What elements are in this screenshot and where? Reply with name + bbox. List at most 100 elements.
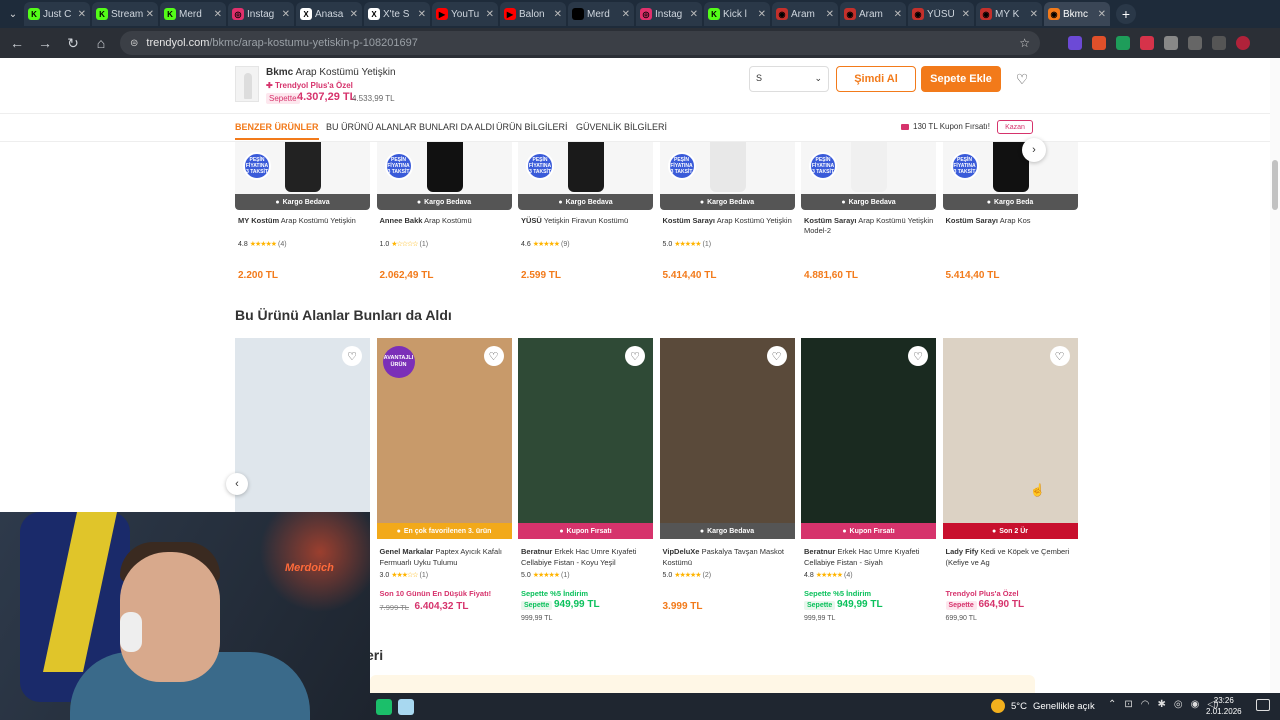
tab-similar-products[interactable]: BENZER ÜRÜNLER	[235, 122, 319, 140]
browser-tab[interactable]: ◎ Instag ✕	[636, 2, 702, 26]
add-to-cart-button[interactable]: Sepete Ekle	[921, 66, 1001, 92]
similar-product-card[interactable]: PEŞİN FİYATINA 3 TAKSİT ● Kargo Bedava YÜ…	[518, 142, 653, 282]
tab-safety-info[interactable]: GÜVENLİK BİLGİLERİ	[576, 122, 667, 132]
product-price: 4.881,60 TL	[804, 270, 858, 281]
favorite-heart-icon[interactable]: ♡	[766, 346, 787, 366]
extension-icon[interactable]	[1092, 36, 1106, 50]
browser-tab[interactable]: ◉ Aram ✕	[840, 2, 906, 26]
tab-close-icon[interactable]: ✕	[826, 9, 834, 20]
sepette-label: Sepette	[804, 601, 836, 610]
carousel-prev-button[interactable]: ‹	[226, 473, 248, 495]
browser-tab[interactable]: K Stream ✕	[92, 2, 158, 26]
browser-tab[interactable]: K Merd ✕	[160, 2, 226, 26]
tab-close-icon[interactable]: ✕	[758, 9, 766, 20]
kazan-button[interactable]: Kazan	[997, 120, 1033, 134]
promo-text: Sepette %5 İndirim	[804, 589, 872, 598]
site-info-icon[interactable]: ⊜	[130, 38, 138, 49]
taskbar-app-icon[interactable]	[398, 698, 414, 715]
tab-search-icon[interactable]: ⌄	[4, 5, 22, 23]
tab-also-bought[interactable]: BU ÜRÜNÜ ALANLAR BUNLARI DA ALDI	[326, 122, 495, 132]
forward-icon[interactable]: →	[36, 35, 54, 51]
favorite-heart-icon[interactable]: ♡	[1049, 346, 1070, 366]
tab-close-icon[interactable]: ✕	[1030, 9, 1038, 20]
carousel-next-button[interactable]: ›	[1022, 138, 1046, 162]
network-icon[interactable]: ⊡	[1124, 699, 1132, 710]
page-scrollbar[interactable]	[1270, 58, 1280, 693]
product-name: Genel Markalar Paptex Ayıcık Kafalı Ferm…	[380, 546, 510, 568]
location-icon[interactable]: ◎	[1174, 699, 1183, 710]
browser-tab[interactable]: ♪ Merd ✕	[568, 2, 634, 26]
tab-close-icon[interactable]: ✕	[282, 9, 290, 20]
browser-tab[interactable]: K Kick l ✕	[704, 2, 770, 26]
tab-title: Bkmc	[1063, 8, 1088, 20]
profile-avatar[interactable]	[1236, 36, 1250, 50]
browser-tab[interactable]: X X'te S ✕	[364, 2, 430, 26]
favorite-heart-icon[interactable]: ♡	[1010, 66, 1034, 92]
tab-close-icon[interactable]: ✕	[622, 9, 630, 20]
new-tab-button[interactable]: +	[1116, 4, 1136, 24]
browser-tab[interactable]: ◉ Bkmc ✕	[1044, 2, 1110, 26]
favorite-heart-icon[interactable]: ♡	[908, 346, 928, 366]
tab-close-icon[interactable]: ✕	[78, 9, 86, 20]
buy-now-button[interactable]: Şimdi Al	[836, 66, 916, 92]
also-bought-product-card[interactable]: AVANTAJLI ÜRÜN ♡ ● En çok favorilenen 3. ür…	[376, 338, 512, 628]
tab-close-icon[interactable]: ✕	[894, 9, 902, 20]
browser-tab[interactable]: ▶ Balon ✕	[500, 2, 566, 26]
similar-product-card[interactable]: PEŞİN FİYATINA 3 TAKSİT ● Kargo Bedava MY…	[235, 142, 370, 282]
browser-tab[interactable]: ◎ Instag ✕	[228, 2, 294, 26]
notification-icon[interactable]	[1256, 699, 1270, 711]
similar-product-card[interactable]: PEŞİN FİYATINA 3 TAKSİT ● Kargo Beda Kost…	[942, 142, 1078, 282]
tab-close-icon[interactable]: ✕	[350, 9, 358, 20]
similar-product-card[interactable]: PEŞİN FİYATINA 3 TAKSİT ● Kargo Bedava An…	[376, 142, 512, 282]
browser-tab[interactable]: K Just C ✕	[24, 2, 90, 26]
tab-close-icon[interactable]: ✕	[1098, 9, 1106, 20]
bookmark-star-icon[interactable]: ☆	[1019, 36, 1030, 50]
also-bought-product-card[interactable]: ♡ ● Son 2 Ür Lady Fify Kedi ve Köpek ve Çem…	[942, 338, 1078, 628]
tab-product-info[interactable]: ÜRÜN BİLGİLERİ	[496, 122, 568, 132]
browser-tab[interactable]: ◉ Aram ✕	[772, 2, 838, 26]
mic-icon[interactable]: ◉	[1191, 699, 1200, 710]
product-name: Lady Fify Kedi ve Köpek ve Çemberi (Kefi…	[946, 546, 1076, 568]
extension-icon[interactable]	[1068, 36, 1082, 50]
extension-icon[interactable]	[1140, 36, 1154, 50]
similar-product-card[interactable]: PEŞİN FİYATINA 3 TAKSİT ● Kargo Bedava Ko…	[659, 142, 795, 282]
home-icon[interactable]: ⌂	[92, 35, 110, 51]
browser-tab[interactable]: ◉ YÜSÜ ✕	[908, 2, 974, 26]
favorite-heart-icon[interactable]: ♡	[625, 346, 645, 366]
reload-icon[interactable]: ↻	[64, 35, 82, 52]
url-field[interactable]: ⊜ trendyol.com/bkmc/arap-kostumu-yetiski…	[120, 31, 1040, 55]
size-select[interactable]: S ⌄	[749, 66, 829, 92]
product-price: 5.414,40 TL	[945, 270, 1000, 281]
tab-close-icon[interactable]: ✕	[690, 9, 698, 20]
extension-icon[interactable]	[1116, 36, 1130, 50]
taskbar-clock[interactable]: 23:26 2.01.2026	[1206, 695, 1242, 717]
tab-title: YouTu	[451, 8, 480, 20]
browser-tab[interactable]: ▶ YouTu ✕	[432, 2, 498, 26]
extension-icon[interactable]	[1164, 36, 1178, 50]
similar-product-card[interactable]: PEŞİN FİYATINA 3 TAKSİT ● Kargo Bedava Ko…	[801, 142, 936, 282]
weather-text: Genellikle açık	[1032, 700, 1095, 712]
tab-close-icon[interactable]: ✕	[146, 9, 154, 20]
also-bought-product-card[interactable]: ♡ ● Kupon Fırsatı Beratnur Erkek Hac Umre K…	[801, 338, 936, 628]
tab-close-icon[interactable]: ✕	[554, 9, 562, 20]
scrollbar-thumb[interactable]	[1272, 160, 1278, 210]
tab-close-icon[interactable]: ✕	[214, 9, 222, 20]
tab-close-icon[interactable]: ✕	[418, 9, 426, 20]
also-bought-product-card[interactable]: ♡ ● Kupon Fırsatı Beratnur Erkek Hac Umre K…	[518, 338, 653, 628]
chevron-up-icon[interactable]: ⌃	[1108, 699, 1116, 710]
also-bought-product-card[interactable]: ♡ ● Kargo Bedava VipDeluXe Paskalya Tavşan …	[659, 338, 795, 628]
tab-close-icon[interactable]: ✕	[486, 9, 494, 20]
favorite-heart-icon[interactable]: ♡	[342, 346, 362, 366]
browser-tab[interactable]: X Anasa ✕	[296, 2, 362, 26]
menu-icon[interactable]	[1212, 36, 1226, 50]
browser-tab[interactable]: ◉ MY K ✕	[976, 2, 1042, 26]
wifi-icon[interactable]: ◠	[1141, 699, 1150, 710]
weather-widget[interactable]: 5°C Genellikle açık	[991, 699, 1095, 713]
favorite-heart-icon[interactable]: ♡	[483, 346, 504, 366]
taskbar-app-icon[interactable]	[376, 698, 392, 715]
tab-close-icon[interactable]: ✕	[962, 9, 970, 20]
bluetooth-icon[interactable]: ✱	[1158, 699, 1166, 710]
puzzle-icon[interactable]	[1188, 36, 1202, 50]
product-price: 5.414,40 TL	[662, 270, 717, 281]
back-icon[interactable]: ←	[8, 35, 26, 51]
